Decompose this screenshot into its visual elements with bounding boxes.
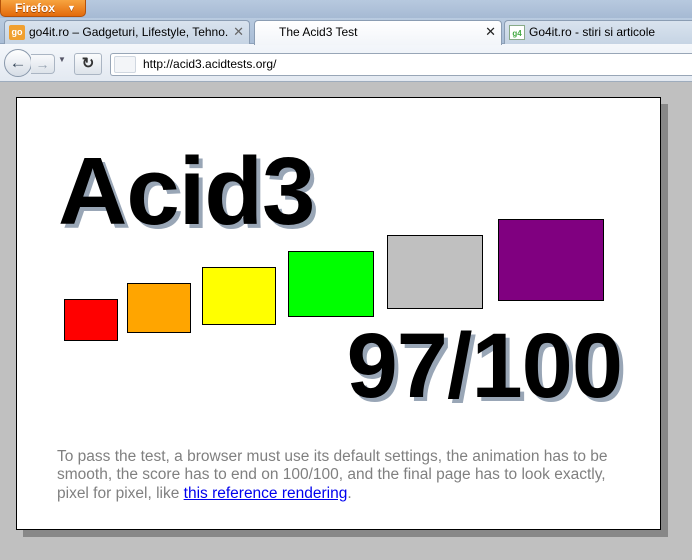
tab-go4it[interactable]: go go4it.ro – Gadgeturi, Lifestyle, Tehn… xyxy=(4,20,250,44)
score-display: 97/100 xyxy=(346,315,623,417)
result-square-silver xyxy=(387,235,483,309)
tab-label: Go4it.ro - stiri si articole xyxy=(529,25,656,39)
acid3-test-box: Acid3 97/100 To pass the test, a browser… xyxy=(16,97,661,530)
instructions-end: . xyxy=(347,484,352,502)
tab-label: go4it.ro – Gadgeturi, Lifestyle, Tehno..… xyxy=(29,25,229,39)
forward-arrow-icon: → xyxy=(35,56,50,72)
dropdown-arrow-icon: ▼ xyxy=(67,3,76,13)
title-bar: Firefox ▼ xyxy=(0,0,692,20)
reload-button[interactable]: ↻ xyxy=(74,53,102,75)
close-tab-icon[interactable]: ✕ xyxy=(485,21,496,43)
tab-strip: go go4it.ro – Gadgeturi, Lifestyle, Tehn… xyxy=(0,18,692,45)
tab-label: The Acid3 Test xyxy=(279,25,358,39)
go4it-favicon-icon: go xyxy=(9,25,25,40)
tab-acid3[interactable]: The Acid3 Test ✕ xyxy=(254,20,502,45)
go4it-stiri-favicon-icon: g4 xyxy=(509,25,525,40)
back-button[interactable]: ← xyxy=(4,49,32,77)
tab-go4it-stiri[interactable]: g4 Go4it.ro - stiri si articole xyxy=(504,20,692,44)
back-arrow-icon: ← xyxy=(9,53,27,72)
url-text[interactable]: http://acid3.acidtests.org/ xyxy=(143,54,276,75)
result-square-red xyxy=(64,299,118,341)
navigation-toolbar: ← → ▼ ↻ http://acid3.acidtests.org/ xyxy=(0,44,692,82)
page-viewport: Acid3 97/100 To pass the test, a browser… xyxy=(0,84,692,560)
reload-icon: ↻ xyxy=(81,55,95,72)
result-square-yellow xyxy=(202,267,276,325)
result-square-purple xyxy=(498,219,604,301)
firefox-menu-button[interactable]: Firefox ▼ xyxy=(0,0,86,17)
reference-rendering-link[interactable]: this reference rendering xyxy=(184,485,348,502)
instructions-paragraph: To pass the test, a browser must use its… xyxy=(57,448,617,504)
history-dropdown-icon[interactable]: ▼ xyxy=(58,55,66,64)
close-tab-icon[interactable]: ✕ xyxy=(233,21,244,43)
browser-chrome: Firefox ▼ go go4it.ro – Gadgeturi, Lifes… xyxy=(0,0,692,84)
page-title: Acid3 xyxy=(58,138,315,245)
result-square-lime xyxy=(288,251,374,317)
result-square-orange xyxy=(127,283,191,333)
firefox-menu-label: Firefox xyxy=(15,1,56,15)
forward-button[interactable]: → xyxy=(31,54,55,74)
address-bar[interactable]: http://acid3.acidtests.org/ xyxy=(110,53,692,76)
site-identity-icon[interactable] xyxy=(114,56,136,73)
